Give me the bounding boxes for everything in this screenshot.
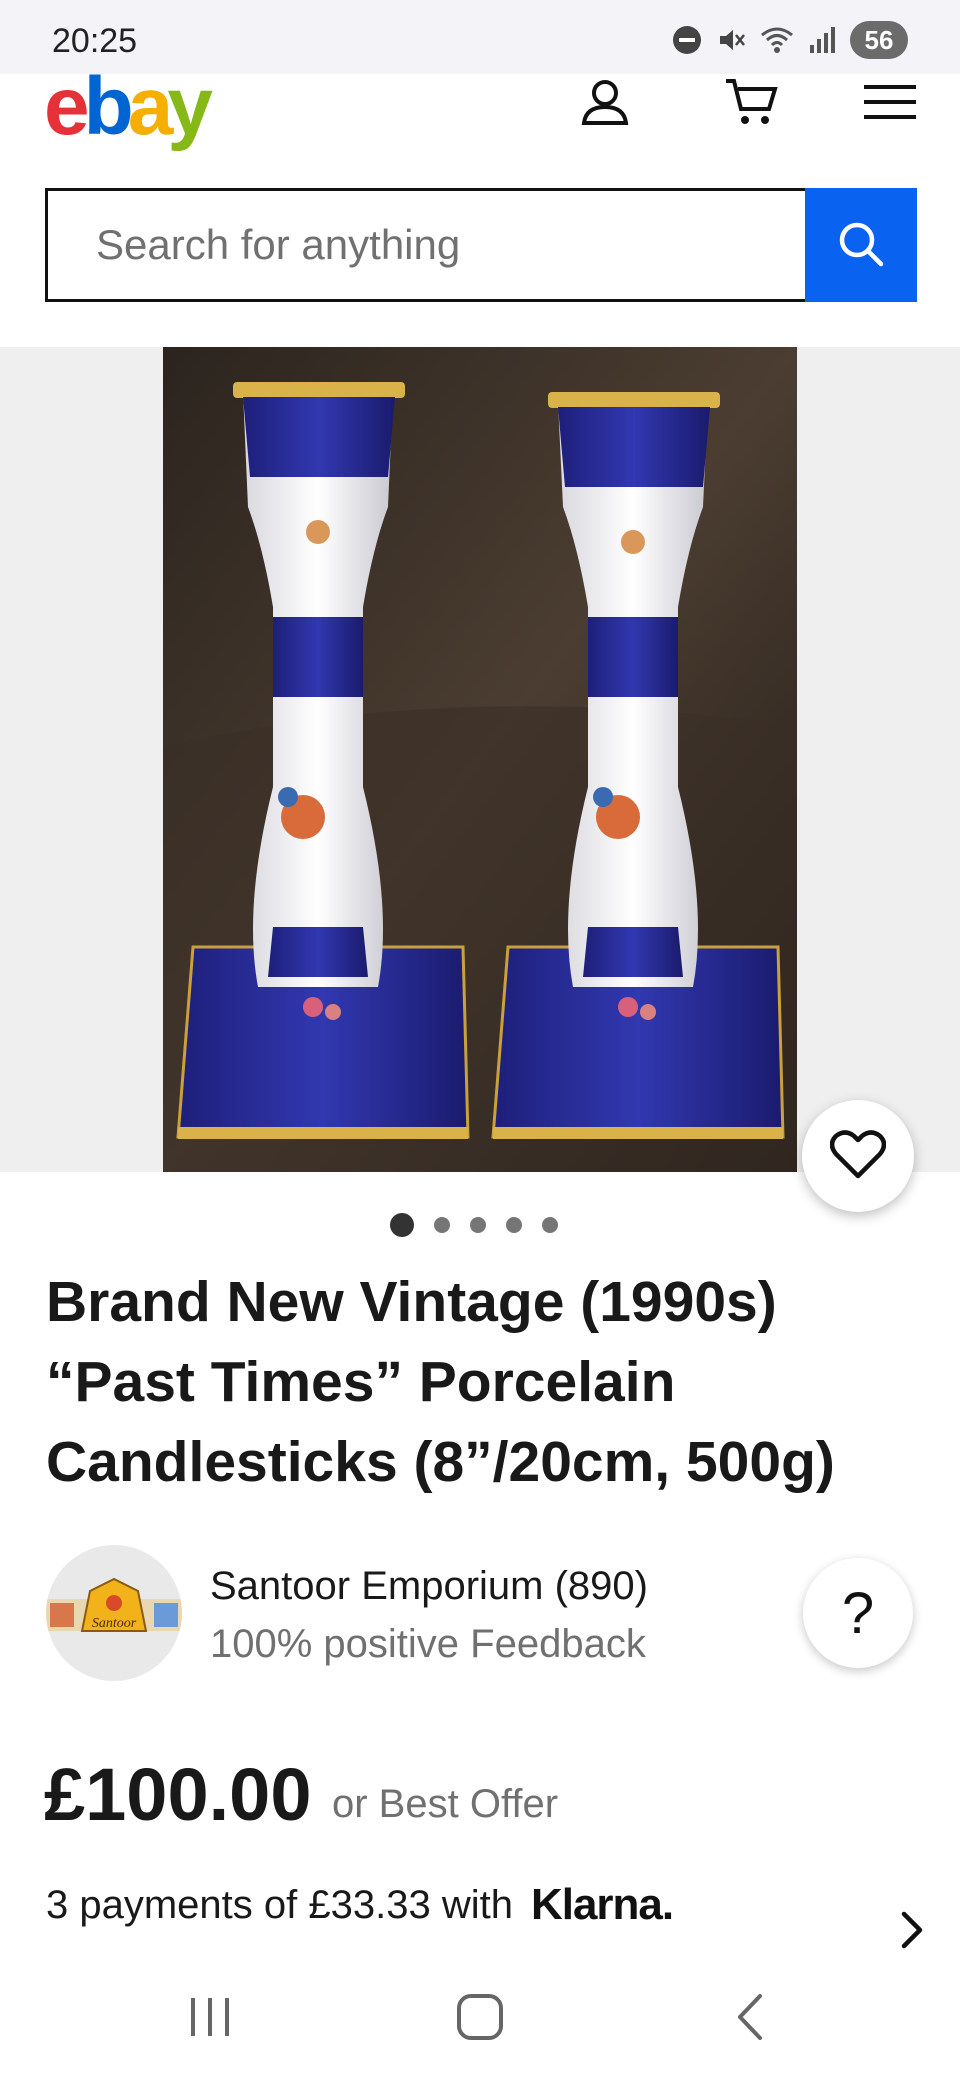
status-time: 20:25	[52, 22, 138, 60]
pagination-dot[interactable]	[390, 1213, 414, 1237]
price: £100.00	[44, 1753, 312, 1836]
watch-button[interactable]	[802, 1100, 914, 1212]
search-icon	[835, 218, 887, 273]
home-icon	[455, 1992, 505, 2047]
search-button[interactable]	[805, 188, 917, 302]
back-button[interactable]	[710, 1988, 790, 2050]
logo-letter-e: e	[44, 61, 90, 152]
klarna-financing-row[interactable]: 3 payments of £33.33 with Klarna.	[46, 1870, 926, 1949]
chevron-right-icon[interactable]	[898, 1910, 926, 1955]
image-gallery[interactable]	[0, 347, 960, 1172]
seller-feedback: 100% positive Feedback	[210, 1622, 646, 1666]
recent-apps-button[interactable]	[170, 1988, 250, 2050]
title-line: Candlesticks (8”/20cm, 500g)	[46, 1430, 835, 1494]
heart-icon	[829, 1129, 887, 1183]
home-button[interactable]	[440, 1988, 520, 2050]
search-bar	[45, 188, 917, 302]
logo-letter-y: y	[167, 61, 213, 152]
gallery-pagination	[390, 1213, 558, 1237]
best-offer-label: or Best Offer	[332, 1782, 559, 1826]
pagination-dot[interactable]	[506, 1217, 522, 1233]
header: ebay	[0, 66, 960, 174]
seller-logo: Santoor	[46, 1577, 182, 1632]
mute-icon	[716, 25, 746, 55]
do-not-disturb-icon	[672, 25, 702, 55]
question-icon: ?	[841, 1580, 875, 1646]
account-button[interactable]	[570, 74, 640, 134]
ebay-logo[interactable]: ebay	[44, 66, 213, 148]
back-icon	[732, 1992, 768, 2047]
installments-text: 3 payments of £33.33 with	[46, 1882, 513, 1927]
pagination-dot[interactable]	[542, 1217, 558, 1233]
account-icon	[578, 77, 632, 132]
wifi-icon	[760, 25, 794, 55]
title-line: “Past Times” Porcelain	[46, 1350, 676, 1414]
klarna-logo: Klarna.	[530, 1880, 674, 1929]
pagination-dot[interactable]	[470, 1217, 486, 1233]
seller-name[interactable]: Santoor Emporium (890)	[210, 1564, 648, 1609]
system-nav-bar	[0, 1958, 960, 2080]
pagination-dot[interactable]	[434, 1217, 450, 1233]
help-button[interactable]: ?	[803, 1558, 913, 1668]
seller-logo-text: Santoor	[92, 1616, 137, 1631]
search-input[interactable]	[45, 188, 805, 302]
signal-icon	[808, 25, 836, 55]
battery-indicator: 56	[850, 21, 908, 59]
cart-icon	[723, 76, 779, 133]
recent-apps-icon	[187, 1994, 233, 2045]
product-photo[interactable]	[163, 347, 797, 1172]
listing-title: Brand New Vintage (1990s) “Past Times” P…	[46, 1262, 926, 1502]
logo-letter-b: b	[83, 61, 134, 152]
menu-button[interactable]	[855, 74, 925, 134]
logo-letter-a: a	[127, 61, 174, 152]
seller-avatar[interactable]: Santoor	[46, 1545, 182, 1681]
title-line: Brand New Vintage (1990s)	[46, 1270, 777, 1334]
status-icons: 56	[672, 20, 908, 60]
cart-button[interactable]	[716, 74, 786, 134]
menu-icon	[864, 83, 916, 126]
